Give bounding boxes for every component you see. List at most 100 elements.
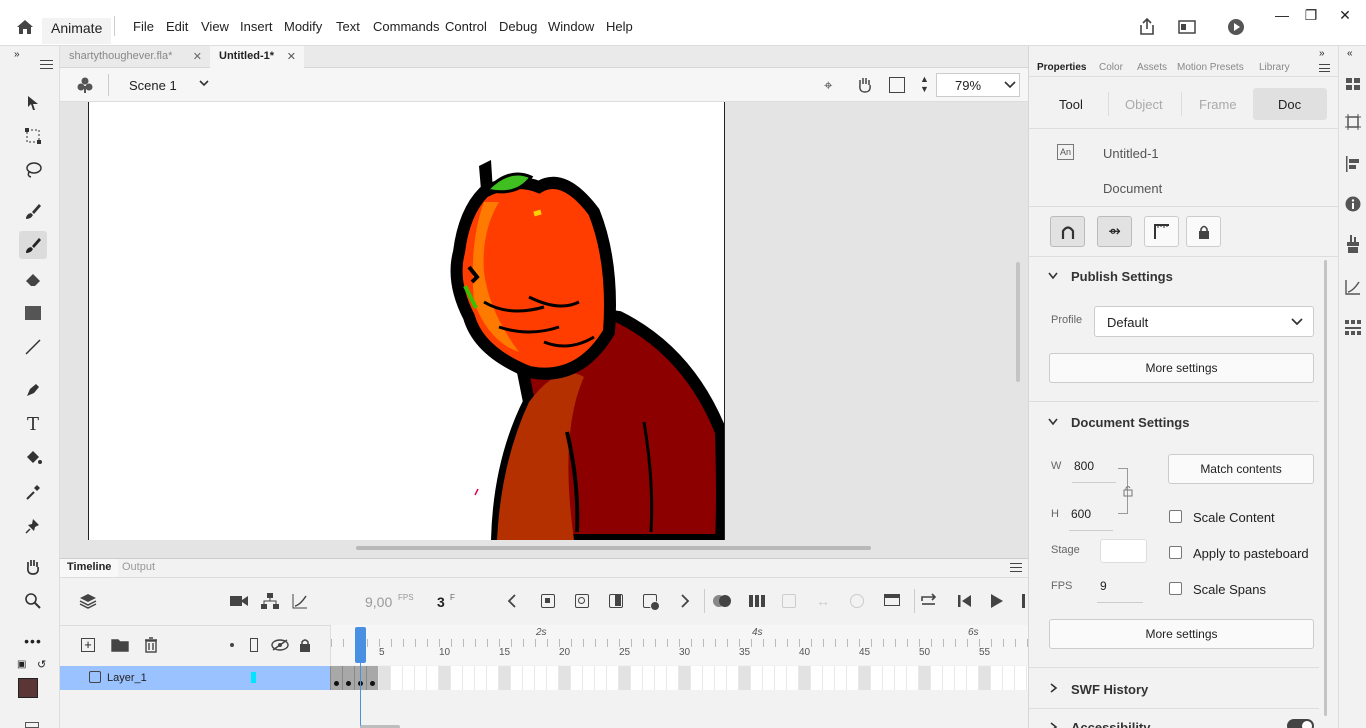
scene-dropdown-icon[interactable] [198, 77, 210, 89]
step-forward-icon[interactable] [1022, 594, 1025, 608]
document-settings-chevron-icon[interactable] [1048, 418, 1058, 426]
lock-guides-button[interactable] [1186, 216, 1221, 247]
panel-tab-properties[interactable]: Properties [1037, 62, 1086, 73]
scale-content-checkbox[interactable] [1169, 510, 1182, 523]
eraser-tool-icon[interactable] [19, 265, 47, 293]
hidden-tool-icon[interactable] [25, 722, 39, 728]
snap-to-objects-button[interactable] [1050, 216, 1085, 247]
clear-keyframe-icon[interactable] [643, 594, 660, 611]
new-layer-icon[interactable]: + [81, 638, 95, 652]
eyedropper-tool-icon[interactable] [19, 478, 47, 506]
layers-icon[interactable] [79, 592, 97, 610]
tab-tool[interactable]: Tool [1059, 97, 1083, 112]
clip-content-icon[interactable] [889, 77, 905, 93]
pen-tool-icon[interactable] [19, 376, 47, 404]
close-tab-icon[interactable]: ✕ [287, 50, 296, 63]
parenting-icon[interactable] [261, 593, 279, 609]
accessibility-chevron-icon[interactable] [1050, 722, 1058, 728]
components-icon[interactable] [1344, 319, 1362, 337]
tab-frame[interactable]: Frame [1199, 97, 1237, 112]
hide-layers-icon[interactable] [271, 639, 289, 651]
code-snippets-icon[interactable] [1345, 234, 1361, 254]
panel-tab-motion-presets[interactable]: Motion Presets [1177, 62, 1244, 73]
frame-value[interactable]: 3 [437, 594, 445, 610]
hand-tool-icon[interactable] [19, 553, 47, 581]
close-tab-icon[interactable]: ✕ [193, 50, 202, 63]
stroke-color-swatch[interactable] [18, 678, 38, 698]
lock-layers-icon[interactable] [299, 638, 311, 652]
fps-value[interactable]: 9,00 [365, 594, 392, 610]
keyframe-dot[interactable] [334, 681, 339, 686]
height-field[interactable]: 600 [1071, 507, 1091, 521]
menu-edit[interactable]: Edit [166, 19, 188, 34]
tab-doc[interactable]: Doc [1253, 88, 1327, 120]
playhead[interactable] [355, 627, 366, 663]
transform-icon[interactable] [1345, 114, 1361, 130]
lasso-tool-icon[interactable] [19, 156, 47, 184]
insert-frame-icon[interactable] [609, 594, 623, 608]
document-more-settings-button[interactable]: More settings [1049, 619, 1314, 649]
menu-file[interactable]: File [133, 19, 154, 34]
highlight-layers-icon[interactable] [230, 643, 234, 647]
zoom-stepper[interactable]: ▲ ▼ [920, 74, 929, 94]
paint-bucket-tool-icon[interactable] [19, 444, 47, 472]
workspace-icon[interactable] [1178, 19, 1196, 35]
menu-view[interactable]: View [201, 19, 229, 34]
menu-commands[interactable]: Commands [373, 19, 439, 34]
profile-select[interactable]: Default [1094, 306, 1314, 337]
timeline-menu-icon[interactable] [1010, 563, 1022, 572]
menu-control[interactable]: Control [445, 19, 487, 34]
new-folder-icon[interactable] [111, 638, 129, 652]
keyframe-span[interactable] [330, 666, 378, 690]
stage-vertical-scrollbar[interactable] [1016, 262, 1020, 382]
zoom-tool-icon[interactable] [19, 587, 47, 615]
line-tool-icon[interactable] [19, 333, 47, 361]
match-contents-button[interactable]: Match contents [1168, 454, 1314, 484]
outline-icon[interactable] [250, 638, 258, 652]
menu-modify[interactable]: Modify [284, 19, 322, 34]
free-transform-tool-icon[interactable] [19, 122, 47, 150]
menu-insert[interactable]: Insert [240, 19, 273, 34]
swf-history-title[interactable]: SWF History [1071, 682, 1148, 697]
paint-brush-tool-icon[interactable] [19, 197, 47, 225]
edit-symbols-icon[interactable] [76, 76, 94, 94]
rotate-stage-icon[interactable] [856, 76, 874, 94]
share-icon[interactable] [1138, 18, 1156, 36]
panel-tab-color[interactable]: Color [1099, 62, 1123, 73]
motion-editor-icon[interactable] [1345, 279, 1361, 295]
edit-multiple-frames-icon[interactable] [748, 594, 766, 608]
accessibility-title[interactable]: Accessibility [1071, 720, 1151, 728]
menu-debug[interactable]: Debug [499, 19, 537, 34]
swap-colors-icon[interactable]: ▣ [17, 659, 26, 670]
stage-horizontal-scrollbar[interactable] [356, 546, 871, 550]
frame-span-icon[interactable] [884, 594, 900, 606]
graph-icon[interactable] [292, 593, 308, 609]
accessibility-toggle[interactable] [1287, 719, 1314, 728]
rectangle-tool-icon[interactable] [19, 299, 47, 327]
panel-tab-assets[interactable]: Assets [1137, 62, 1167, 73]
align-icon[interactable] [1345, 156, 1361, 172]
stage-canvas[interactable] [88, 102, 725, 540]
snap-to-pixels-button[interactable]: ⇴ [1097, 216, 1132, 247]
panel-menu-icon[interactable] [1319, 64, 1330, 72]
stage-color-swatch[interactable] [1100, 539, 1147, 563]
apply-to-pasteboard-checkbox[interactable] [1169, 546, 1182, 559]
publish-settings-title[interactable]: Publish Settings [1071, 269, 1173, 284]
info-icon[interactable] [1345, 196, 1361, 212]
frame-ruler[interactable]: 2s 4s 6s 5 10 15 20 25 30 35 40 45 50 55 [330, 625, 1029, 665]
pin-tool-icon[interactable] [19, 512, 47, 540]
snap-icon[interactable]: ⌖ [824, 77, 832, 94]
tab-untitled-1[interactable]: Untitled-1* ✕ [210, 46, 304, 68]
width-field[interactable]: 800 [1074, 459, 1094, 473]
fps-field[interactable]: 9 [1100, 579, 1107, 593]
onion-skin-icon[interactable] [713, 594, 731, 608]
constrain-lock-icon[interactable] [1123, 484, 1133, 497]
layer-row[interactable]: Layer_1 [60, 666, 330, 690]
brush-tool-icon[interactable] [19, 231, 47, 259]
document-settings-title[interactable]: Document Settings [1071, 415, 1189, 430]
text-tool-icon[interactable]: T [19, 410, 47, 438]
scale-spans-checkbox[interactable] [1169, 582, 1182, 595]
insert-blank-keyframe-icon[interactable] [575, 594, 589, 608]
zoom-dropdown-icon[interactable] [1003, 76, 1017, 92]
insert-keyframe-icon[interactable] [541, 594, 555, 608]
